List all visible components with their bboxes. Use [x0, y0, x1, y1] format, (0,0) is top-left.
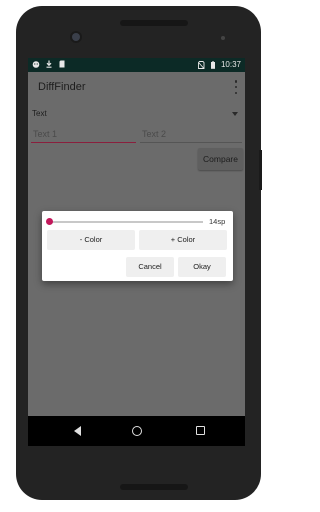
status-time: 10:37 [220, 60, 241, 69]
text1-placeholder: Text 1 [33, 129, 58, 139]
text-size-dialog: 14sp - Color + Color Cancel Okay [42, 211, 233, 281]
text-size-value: 14sp [209, 217, 226, 226]
text2-input[interactable]: Text 2 [140, 126, 242, 143]
home-icon[interactable] [132, 426, 142, 436]
no-sim-icon [198, 60, 205, 69]
overflow-menu-icon[interactable] [233, 80, 239, 94]
recents-icon[interactable] [196, 426, 205, 435]
front-camera [72, 33, 80, 41]
slider-track [48, 221, 203, 223]
text2-placeholder: Text 2 [142, 129, 167, 139]
app-title: DiffFinder [38, 81, 86, 93]
cancel-button[interactable]: Cancel [126, 257, 174, 277]
dropdown-arrow-icon [232, 112, 238, 116]
okay-button[interactable]: Okay [178, 257, 226, 277]
compare-button[interactable]: Compare [198, 148, 243, 170]
sd-card-icon [59, 60, 65, 68]
bottom-speaker [120, 484, 188, 490]
text-size-slider[interactable] [46, 217, 203, 227]
increase-color-button[interactable]: + Color [139, 230, 227, 250]
proximity-sensor [221, 36, 225, 40]
decrease-color-button[interactable]: - Color [47, 230, 135, 250]
spinner-selected-value: Text [32, 109, 47, 118]
power-button [259, 150, 262, 190]
mode-spinner[interactable]: Text [32, 106, 242, 122]
download-icon [46, 60, 52, 68]
battery-icon [210, 60, 215, 69]
back-icon[interactable] [74, 426, 81, 436]
app-bar: DiffFinder [28, 72, 245, 102]
earpiece-speaker [120, 20, 188, 26]
slider-thumb[interactable] [46, 218, 53, 225]
status-bar: 10:37 [28, 58, 245, 72]
navigation-bar [28, 416, 245, 446]
android-icon [32, 61, 40, 68]
text1-input[interactable]: Text 1 [31, 126, 136, 143]
device-screen: 10:37 DiffFinder Text Text 1 Text 2 Comp… [28, 58, 245, 446]
